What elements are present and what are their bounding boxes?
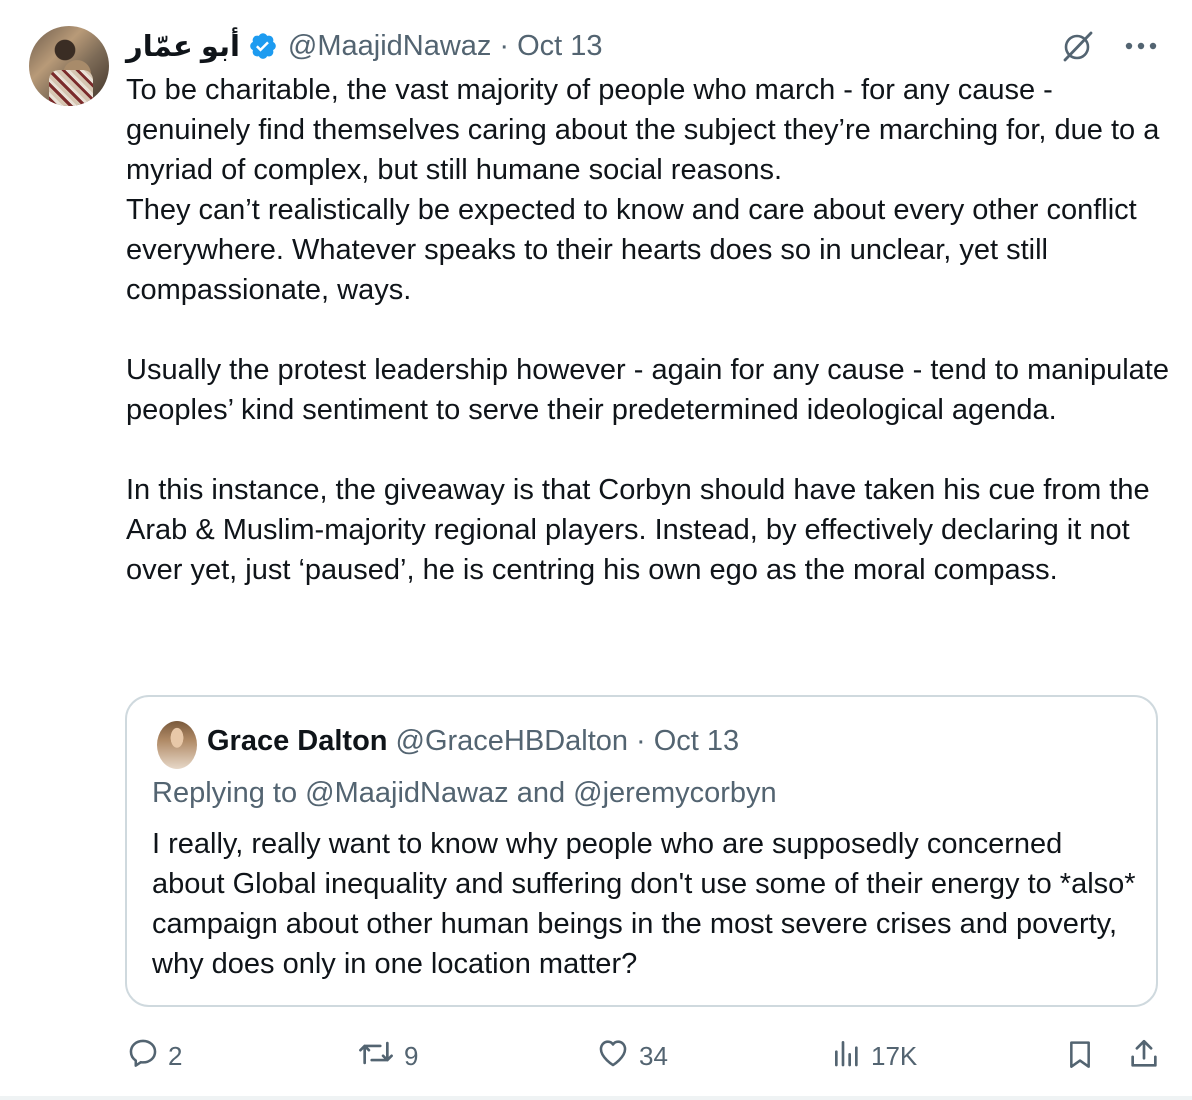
bookmark-button[interactable] [1064,1036,1096,1079]
quote-handle[interactable]: @GraceHBDalton [396,725,629,758]
display-name[interactable]: أبو عمّار [126,29,240,64]
repost-button[interactable]: 9 [356,1036,418,1077]
verified-badge-icon[interactable] [248,31,278,61]
repost-icon [356,1036,396,1077]
separator: · [499,29,510,62]
tweet: أبو عمّار @MaajidNawaz · Oct 13 To be ch [0,0,1192,1100]
quote-display-name[interactable]: Grace Dalton [207,725,388,758]
reply-button[interactable]: 2 [126,1036,182,1077]
like-count: 34 [639,1041,668,1071]
more-icon[interactable] [1124,41,1158,51]
quote-header: Grace Dalton @GraceHBDalton · Oct 13 [207,725,739,758]
quote-date[interactable]: Oct 13 [654,725,739,758]
tweet-header: أبو عمّار @MaajidNawaz · Oct 13 [126,26,603,66]
views-count: 17K [871,1041,918,1071]
top-actions [1060,28,1158,64]
quoted-tweet[interactable]: Grace Dalton @GraceHBDalton · Oct 13 Rep… [125,695,1158,1007]
quote-body: I really, really want to know why people… [152,828,1144,980]
avatar[interactable] [29,26,109,106]
share-icon [1127,1036,1161,1079]
grok-icon[interactable] [1060,28,1096,64]
quote-separator: · [636,725,646,757]
replying-to: Replying to @MaajidNawaz and @jeremycorb… [152,777,777,809]
quote-avatar[interactable] [157,721,197,769]
views-button[interactable]: 17K [831,1036,917,1077]
like-button[interactable]: 34 [595,1036,668,1077]
bookmark-icon [1064,1036,1096,1079]
handle[interactable]: @MaajidNawaz [288,30,492,63]
views-icon [831,1036,863,1077]
divider [0,1096,1192,1100]
tweet-body: To be charitable, the vast majority of p… [126,74,1169,586]
action-bar: 2 9 34 17K [0,1036,1192,1076]
reply-icon [126,1036,160,1077]
tweet-date[interactable]: Oct 13 [517,30,602,63]
repost-count: 9 [404,1041,419,1071]
reply-count: 2 [168,1041,183,1071]
like-icon [595,1036,631,1077]
share-button[interactable] [1127,1036,1161,1079]
